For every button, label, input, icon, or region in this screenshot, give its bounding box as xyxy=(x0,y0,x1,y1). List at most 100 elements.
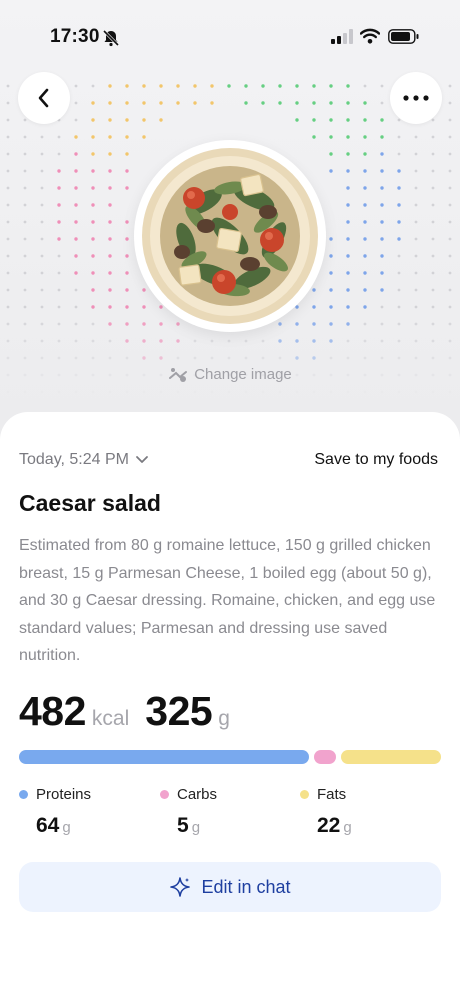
date-label: Today, 5:24 PM xyxy=(19,451,129,468)
macro-unit: g xyxy=(62,819,71,836)
decorative-dot xyxy=(261,101,265,105)
decorative-dot xyxy=(6,305,10,309)
decorative-dot xyxy=(125,84,129,88)
decorative-dot xyxy=(448,152,452,156)
decorative-dot xyxy=(414,169,418,173)
entry-meta-row: Today, 5:24 PM Save to my foods xyxy=(19,448,438,472)
decorative-dot xyxy=(108,220,112,224)
decorative-dot xyxy=(431,322,435,326)
decorative-dot xyxy=(227,339,231,343)
macro-bar-proteins xyxy=(19,750,309,764)
decorative-dot xyxy=(57,322,61,326)
decorative-dot xyxy=(6,390,10,394)
decorative-dot xyxy=(40,271,44,275)
decorative-dot xyxy=(312,101,316,105)
decorative-dot xyxy=(125,305,129,309)
decorative-dot xyxy=(431,305,435,309)
weight-value: 325 xyxy=(145,688,213,734)
decorative-dot xyxy=(431,237,435,241)
decorative-dot xyxy=(23,254,27,258)
decorative-dot xyxy=(346,118,350,122)
decorative-dot xyxy=(448,288,452,292)
decorative-dot xyxy=(74,84,78,88)
decorative-dot xyxy=(40,135,44,139)
decorative-dot xyxy=(6,186,10,190)
decorative-dot xyxy=(108,169,112,173)
decorative-dot xyxy=(312,118,316,122)
macro-unit: g xyxy=(191,819,201,836)
decorative-dot xyxy=(23,322,27,326)
decorative-dot xyxy=(6,84,10,88)
decorative-dot xyxy=(244,84,248,88)
decorative-dot xyxy=(74,186,78,190)
more-options-button[interactable] xyxy=(390,72,442,124)
decorative-dot xyxy=(159,118,163,122)
decorative-dot xyxy=(57,169,61,173)
decorative-dot xyxy=(397,186,401,190)
decorative-dot xyxy=(244,339,248,343)
decorative-dot xyxy=(431,390,435,394)
decorative-dot xyxy=(414,203,418,207)
decorative-dot xyxy=(329,84,333,88)
decorative-dot xyxy=(380,169,384,173)
decorative-dot xyxy=(363,390,367,394)
decorative-dot xyxy=(397,339,401,343)
decorative-dot xyxy=(363,356,367,360)
decorative-dot xyxy=(6,322,10,326)
decorative-dot xyxy=(329,152,333,156)
decorative-dot xyxy=(312,84,316,88)
decorative-dot xyxy=(125,169,129,173)
decorative-dot xyxy=(329,118,333,122)
decorative-dot xyxy=(329,135,333,139)
decorative-dot xyxy=(57,305,61,309)
save-to-my-foods-button[interactable]: Save to my foods xyxy=(314,451,438,469)
decorative-dot xyxy=(363,237,367,241)
decorative-dot xyxy=(40,152,44,156)
decorative-dot xyxy=(278,84,282,88)
decorative-dot xyxy=(448,305,452,309)
macro-bar-carbs xyxy=(314,750,336,764)
macro-value: 22 xyxy=(317,814,341,837)
date-selector[interactable]: Today, 5:24 PM xyxy=(19,451,149,469)
image-edit-icon xyxy=(169,368,188,382)
decorative-dot xyxy=(91,339,95,343)
decorative-dot xyxy=(40,390,44,394)
decorative-dot xyxy=(414,322,418,326)
back-button[interactable] xyxy=(18,72,70,124)
decorative-dot xyxy=(380,84,384,88)
decorative-dot xyxy=(57,152,61,156)
decorative-dot xyxy=(329,271,333,275)
decorative-dot xyxy=(380,152,384,156)
decorative-dot xyxy=(414,220,418,224)
decorative-dot xyxy=(312,356,316,360)
decorative-dot xyxy=(6,152,10,156)
decorative-dot xyxy=(414,135,418,139)
decorative-dot xyxy=(125,254,129,258)
decorative-dot xyxy=(329,288,333,292)
edit-in-chat-button[interactable]: Edit in chat xyxy=(19,862,441,912)
decorative-dot xyxy=(329,237,333,241)
decorative-dot xyxy=(397,220,401,224)
decorative-dot xyxy=(74,305,78,309)
meal-image[interactable] xyxy=(134,140,326,332)
decorative-dot xyxy=(6,237,10,241)
decorative-dot xyxy=(176,356,180,360)
decorative-dot xyxy=(329,305,333,309)
change-image-button[interactable]: Change image xyxy=(0,363,460,385)
decorative-dot xyxy=(329,356,333,360)
decorative-dot xyxy=(210,101,214,105)
decorative-dot xyxy=(397,237,401,241)
decorative-dot xyxy=(91,356,95,360)
decorative-dot xyxy=(74,322,78,326)
decorative-dot xyxy=(278,390,282,394)
decorative-dot xyxy=(397,271,401,275)
decorative-dot xyxy=(397,169,401,173)
decorative-dot xyxy=(23,288,27,292)
decorative-dot xyxy=(91,135,95,139)
decorative-dot xyxy=(6,271,10,275)
decorative-dot xyxy=(363,84,367,88)
decorative-dot xyxy=(74,220,78,224)
decorative-dot xyxy=(346,203,350,207)
decorative-dot xyxy=(227,390,231,394)
decorative-dot xyxy=(346,322,350,326)
